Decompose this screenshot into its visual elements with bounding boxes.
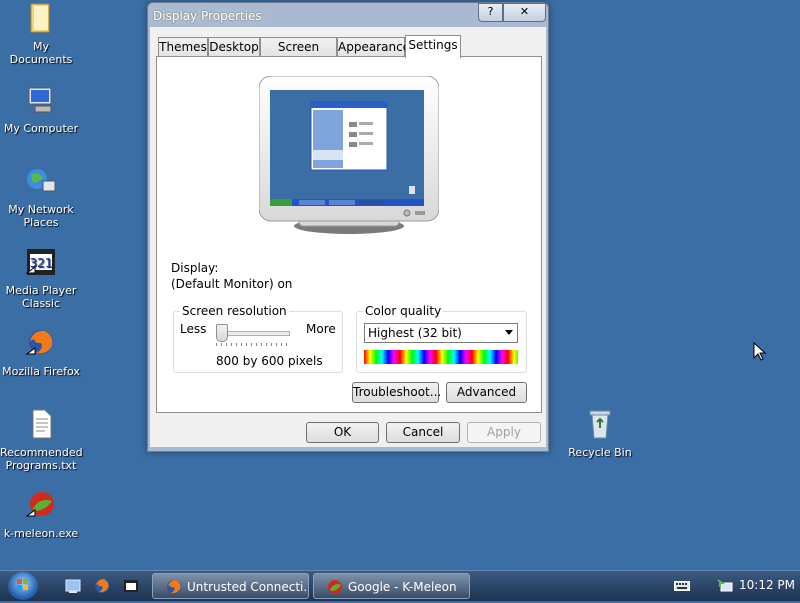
show-desktop-icon[interactable] [64, 577, 82, 595]
tab-settings[interactable]: Settings [405, 35, 461, 58]
desktop-icon-label: My Network Places [8, 203, 74, 229]
screen-resolution-label: Screen resolution [180, 304, 289, 318]
color-spectrum-bar [364, 350, 518, 364]
ok-button[interactable]: OK [306, 422, 379, 443]
chevron-down-icon [505, 330, 513, 335]
display-properties-window: Display Properties ? ✕ Themes Desktop Sc… [147, 2, 549, 452]
tab-screen-saver[interactable]: Screen Saver [260, 37, 337, 73]
taskbar-task-firefox[interactable]: Untrusted Connecti... [152, 573, 309, 599]
desktop-icon-media-player-classic[interactable]: 321 Media Player Classic [0, 246, 82, 310]
advanced-button[interactable]: Advanced [446, 382, 527, 403]
recycle-bin-icon [589, 410, 611, 439]
color-quality-value: Highest (32 bit) [368, 326, 462, 340]
resolution-slider[interactable] [216, 324, 290, 352]
media-player-quicklaunch-icon[interactable] [122, 577, 140, 595]
desktop-icon-label: Recycle Bin [568, 446, 632, 459]
desktop-icon-label: My Documents [9, 40, 73, 66]
troubleshoot-button[interactable]: Troubleshoot... [352, 382, 441, 403]
taskbar: Untrusted Connecti... Google - K-Meleon … [0, 570, 800, 601]
kmeleon-icon [328, 580, 342, 594]
color-quality-label: Color quality [363, 304, 444, 318]
clock[interactable]: 10:12 PM [739, 578, 795, 592]
taskbar-task-label: Untrusted Connecti... [187, 580, 309, 594]
display-label: Display: [171, 261, 219, 275]
display-value: (Default Monitor) on [171, 277, 293, 291]
desktop-icon-label: Recommended Programs.txt [0, 446, 83, 472]
taskbar-task-label: Google - K-Meleon [348, 580, 457, 594]
window-title: Display Properties [153, 9, 262, 23]
slider-ticks [216, 343, 288, 346]
slider-thumb[interactable] [216, 324, 228, 342]
desktop-icon-label: k-meleon.exe [3, 527, 79, 540]
network-icon [27, 169, 56, 192]
window-titlebar[interactable]: Display Properties ? ✕ [148, 3, 548, 27]
windows-logo-icon [17, 579, 28, 590]
folder-icon [30, 3, 50, 33]
desktop-icon-label: Mozilla Firefox [2, 365, 80, 378]
firefox-quicklaunch-icon[interactable] [93, 577, 111, 595]
help-button[interactable]: ? [478, 3, 503, 22]
start-button[interactable] [8, 572, 38, 600]
firefox-icon [25, 330, 53, 355]
tab-desktop[interactable]: Desktop [208, 37, 260, 56]
desktop-icon-my-network-places[interactable]: My Network Places [0, 165, 82, 229]
color-quality-select[interactable]: Highest (32 bit) [364, 323, 518, 343]
computer-icon [28, 87, 52, 113]
resolution-value: 800 by 600 pixels [216, 354, 323, 368]
desktop-icon-recycle-bin[interactable]: Recycle Bin [559, 408, 641, 459]
desktop-icon-my-documents[interactable]: My Documents [0, 2, 82, 66]
text-file-icon [32, 409, 52, 439]
desktop-icon-k-meleon[interactable]: k-meleon.exe [0, 489, 82, 540]
firefox-icon [167, 580, 181, 594]
tab-appearance[interactable]: Appearance [337, 37, 410, 56]
desktop-icon-mozilla-firefox[interactable]: Mozilla Firefox [0, 327, 82, 378]
desktop-icon-my-computer[interactable]: My Computer [0, 84, 82, 135]
desktop-icon-recommended-programs[interactable]: Recommended Programs.txt [0, 408, 83, 472]
settings-panel: Display: (Default Monitor) on Screen res… [156, 56, 542, 413]
cancel-button[interactable]: Cancel [386, 422, 460, 443]
network-tray-icon[interactable] [716, 577, 734, 595]
less-label: Less [180, 322, 207, 336]
mouse-cursor-icon [753, 342, 767, 361]
screen-resolution-group: Screen resolution Less More 800 by 600 p… [173, 304, 343, 373]
color-quality-group: Color quality Highest (32 bit) [356, 304, 527, 373]
close-button[interactable]: ✕ [503, 3, 546, 22]
tab-themes[interactable]: Themes [158, 37, 208, 56]
kmeleon-icon [25, 492, 54, 517]
desktop-icon-label: Media Player Classic [5, 284, 77, 310]
apply-button[interactable]: Apply [467, 422, 541, 443]
taskbar-task-kmeleon[interactable]: Google - K-Meleon [313, 573, 470, 599]
monitor-preview [259, 76, 439, 234]
more-label: More [306, 322, 336, 336]
keyboard-icon[interactable] [674, 580, 690, 592]
window-body: Themes Desktop Screen Saver Appearance S… [150, 27, 546, 447]
desktop-icon-label: My Computer [3, 122, 79, 135]
media-player-icon: 321 [25, 249, 55, 275]
